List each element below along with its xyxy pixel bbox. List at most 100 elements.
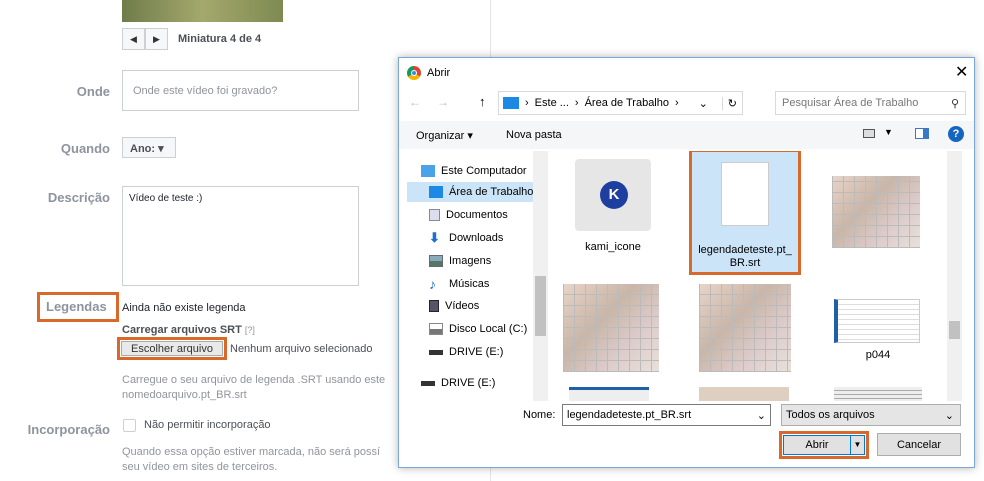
file-name: p044 bbox=[865, 349, 891, 361]
desktop-icon bbox=[429, 186, 443, 198]
download-icon: ⬇ bbox=[429, 230, 440, 245]
file-image-thumbnail[interactable] bbox=[699, 284, 791, 372]
view-icon[interactable] bbox=[863, 129, 875, 138]
thumbnail-next-button[interactable]: ▶ bbox=[145, 28, 168, 50]
search-placeholder: Pesquisar Área de Trabalho bbox=[782, 97, 919, 109]
file-type-select[interactable]: Todos os arquivos ⌄ bbox=[781, 404, 961, 426]
nav-area-de-trabalho[interactable]: Área de Trabalho bbox=[407, 182, 533, 202]
file-thumbnail-partial bbox=[834, 387, 922, 401]
file-list: K kami_icone legendadeteste.pt_BR.srt p0… bbox=[549, 151, 962, 401]
chevron-down-icon[interactable]: ⌄ bbox=[699, 97, 708, 110]
file-type-value: Todos os arquivos bbox=[786, 409, 875, 421]
captions-hint: Carregue o seu arquivo de legenda .SRT u… bbox=[122, 374, 386, 386]
nav-drive-e-2[interactable]: DRIVE (E:) bbox=[407, 373, 533, 393]
search-icon: ⚲ bbox=[950, 98, 959, 110]
dialog-title: Abrir bbox=[427, 67, 451, 79]
preview-pane-icon[interactable] bbox=[915, 128, 929, 139]
captions-status: Ainda não existe legenda bbox=[122, 302, 246, 314]
disable-embed-label: Não permitir incorporação bbox=[144, 419, 271, 431]
embed-label: Incorporação bbox=[27, 422, 110, 437]
where-label: Onde bbox=[76, 84, 110, 99]
nav-label: Documentos bbox=[446, 209, 508, 221]
file-name: legendadeteste.pt_BR.srt bbox=[698, 244, 792, 269]
address-bar[interactable]: › Este ... › Área de Trabalho › ⌄ ↻ bbox=[498, 91, 743, 115]
description-textarea[interactable]: Vídeo de teste :) bbox=[122, 186, 359, 286]
nav-documentos[interactable]: Documentos bbox=[407, 205, 533, 225]
file-p044[interactable]: p044 bbox=[834, 299, 922, 361]
breadcrumb-desktop[interactable]: Área de Trabalho bbox=[585, 97, 669, 109]
file-image-thumbnail[interactable] bbox=[563, 284, 659, 372]
open-dropdown-icon[interactable]: ▼ bbox=[850, 436, 864, 454]
chevron-down-icon[interactable]: ⌄ bbox=[757, 409, 766, 422]
thumbnail-label: Miniatura 4 de 4 bbox=[178, 33, 262, 45]
up-icon[interactable]: ↑ bbox=[479, 94, 486, 109]
documents-icon bbox=[429, 209, 440, 221]
file-name: kami_icone bbox=[585, 241, 641, 253]
nav-este-computador[interactable]: Este Computador bbox=[407, 161, 533, 181]
videos-icon bbox=[429, 300, 439, 312]
filename-label: Nome: bbox=[523, 409, 556, 421]
year-select[interactable]: Ano: ▾ bbox=[122, 137, 176, 158]
open-button[interactable]: Abrir bbox=[784, 436, 850, 454]
search-input[interactable]: Pesquisar Área de Trabalho ⚲ bbox=[775, 91, 966, 115]
open-button-highlight: Abrir ▼ bbox=[779, 431, 869, 459]
extension-puzzle-icon: K bbox=[575, 159, 651, 231]
disable-embed-checkbox[interactable] bbox=[123, 419, 136, 432]
year-select-value: Ano: bbox=[130, 143, 156, 155]
navigation-pane: Este Computador Área de Trabalho Documen… bbox=[399, 151, 548, 401]
choose-file-button[interactable]: Escolher arquivo bbox=[121, 341, 223, 356]
usb-drive-icon bbox=[429, 349, 443, 355]
chrome-icon bbox=[407, 66, 421, 80]
forward-icon[interactable]: → bbox=[437, 95, 449, 109]
embed-hint-2: seu vídeo em sites de terceiros. bbox=[122, 461, 278, 473]
open-file-dialog: Abrir ✕ ← → ↑ › Este ... › Área de Trabalh… bbox=[398, 57, 975, 468]
close-icon[interactable]: ✕ bbox=[955, 62, 968, 82]
filename-value: legendadeteste.pt_BR.srt bbox=[567, 409, 692, 421]
cancel-button[interactable]: Cancelar bbox=[877, 433, 961, 456]
filename-input[interactable]: legendadeteste.pt_BR.srt ⌄ bbox=[562, 404, 771, 426]
nav-downloads[interactable]: ⬇ Downloads bbox=[407, 228, 533, 248]
organize-menu[interactable]: Organizar ▾ bbox=[416, 129, 473, 142]
nav-imagens[interactable]: Imagens bbox=[407, 251, 533, 271]
video-thumbnail bbox=[122, 0, 283, 22]
breadcrumb-computer[interactable]: Este ... bbox=[535, 97, 569, 109]
refresh-icon[interactable]: ↻ bbox=[721, 96, 742, 110]
computer-icon bbox=[421, 165, 435, 177]
help-link[interactable]: [?] bbox=[245, 325, 255, 335]
nav-videos[interactable]: Vídeos bbox=[407, 296, 533, 316]
thumbnail-prev-button[interactable]: ◀ bbox=[122, 28, 145, 50]
nav-label: Este Computador bbox=[441, 165, 527, 177]
nav-drive-e[interactable]: DRIVE (E:) bbox=[407, 342, 533, 362]
usb-drive-icon bbox=[421, 380, 435, 386]
file-kami-icone[interactable]: K kami_icone bbox=[569, 159, 657, 253]
description-label: Descrição bbox=[47, 190, 110, 205]
file-scrollbar[interactable] bbox=[947, 151, 962, 401]
nav-label: DRIVE (E:) bbox=[441, 377, 496, 389]
computer-icon bbox=[503, 97, 519, 109]
captions-label: Legendas bbox=[37, 292, 119, 322]
file-thumbnail-partial bbox=[569, 387, 649, 401]
new-folder-button[interactable]: Nova pasta bbox=[506, 129, 562, 141]
file-legendadeteste[interactable]: legendadeteste.pt_BR.srt bbox=[689, 151, 801, 275]
nav-label: DRIVE (E:) bbox=[449, 346, 504, 358]
nav-musicas[interactable]: ♪ Músicas bbox=[407, 274, 533, 294]
choose-file-highlight: Escolher arquivo bbox=[117, 337, 227, 360]
chevron-down-icon: ⌄ bbox=[944, 410, 954, 422]
file-image-thumbnail[interactable] bbox=[832, 176, 920, 248]
where-input[interactable]: Onde este vídeo foi gravado? bbox=[122, 70, 359, 111]
when-label: Quando bbox=[60, 141, 110, 156]
back-icon[interactable]: ← bbox=[409, 95, 421, 109]
upload-srt-label: Carregar arquivos SRT bbox=[122, 324, 242, 336]
embed-hint: Quando essa opção estiver marcada, não s… bbox=[122, 446, 381, 458]
document-thumbnail bbox=[834, 299, 920, 343]
nav-scrollbar[interactable] bbox=[533, 151, 548, 401]
file-thumbnail-partial bbox=[699, 387, 789, 401]
view-dropdown-icon[interactable]: ▼ bbox=[884, 127, 893, 137]
help-icon[interactable]: ? bbox=[948, 126, 964, 142]
nav-disco-local[interactable]: Disco Local (C:) bbox=[407, 319, 533, 339]
captions-hint-filename: nomedoarquivo.pt_BR.srt bbox=[122, 389, 247, 401]
pictures-icon bbox=[429, 255, 443, 267]
document-icon bbox=[721, 162, 769, 226]
nav-label: Músicas bbox=[449, 278, 490, 290]
nav-label: Área de Trabalho bbox=[449, 186, 533, 198]
